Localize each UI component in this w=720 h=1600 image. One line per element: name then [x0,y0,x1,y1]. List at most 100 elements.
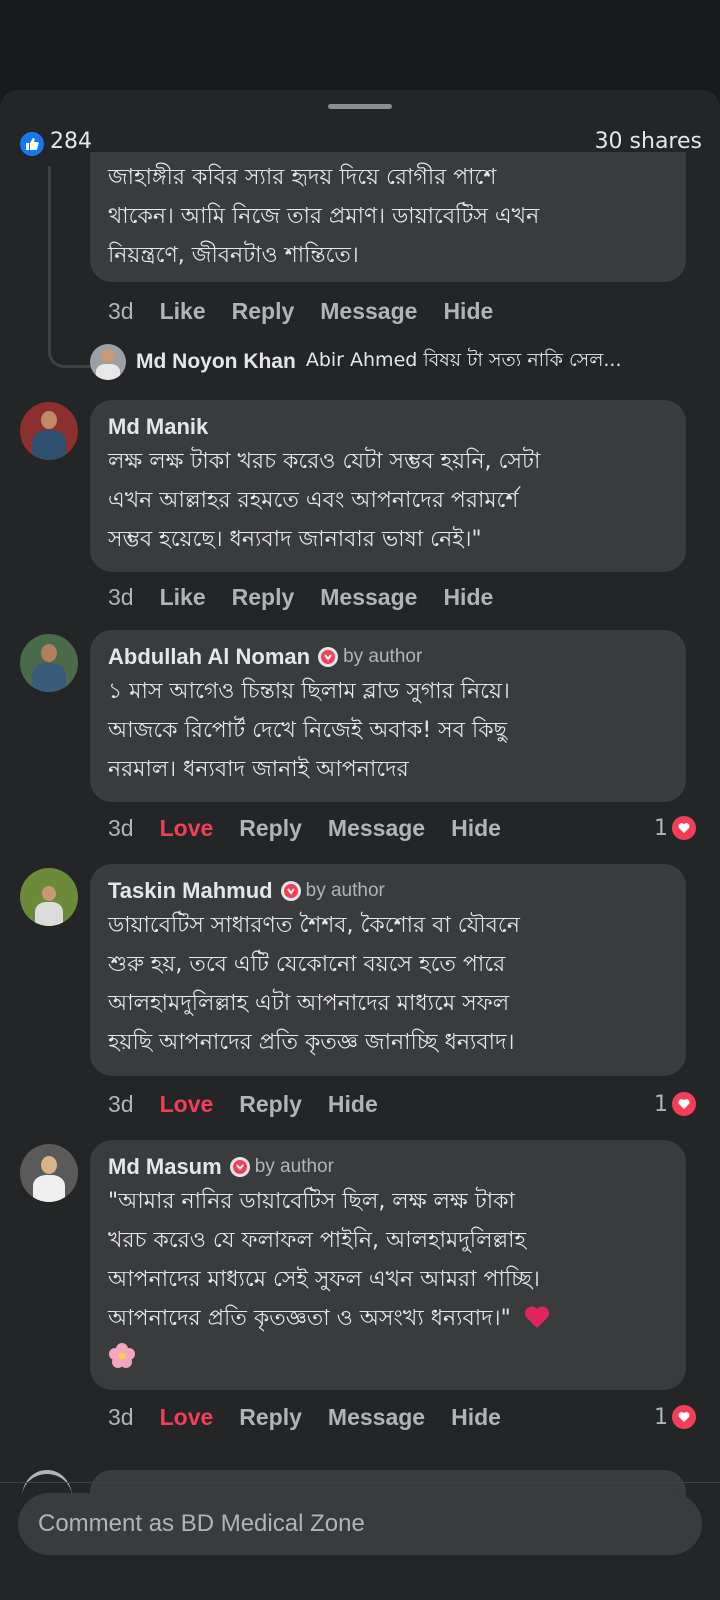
comment-author[interactable]: Md Manik [108,412,668,442]
love-button[interactable]: Love [160,815,214,842]
comment-line: নরমাল। ধন্যবাদ জানাই আপনাদের [108,757,409,782]
avatar[interactable] [20,1144,78,1202]
comment-bubble[interactable]: জাহাঙ্গীর কবির স্যার হৃদয় দিয়ে রোগীর প… [90,152,686,282]
reaction-number: 1 [654,1091,668,1117]
avatar[interactable] [90,344,126,380]
heart-icon [670,814,698,842]
comments-sheet: 284 30 shares জাহাঙ্গীর কবির স্যার হৃদয়… [0,90,720,1600]
reaction-count[interactable]: 1 [654,811,698,845]
comment-line: আপনাদের প্রতি কৃতজ্ঞতা ও অসংখ্য ধন্যবাদ।… [108,1299,668,1338]
like-count[interactable]: 284 [50,129,92,154]
comment-line: জাহাঙ্গীর কবির স্যার হৃদয় দিয়ে রোগীর প… [108,165,497,190]
author-check-icon [318,647,339,667]
reply-snippet: Abir Ahmed বিষয় টা সত্য নাকি সেল... [305,349,622,371]
reaction-number: 1 [654,1404,668,1430]
reaction-count[interactable]: 1 [654,1087,698,1121]
shares-count[interactable]: 30 shares [595,129,702,154]
reply-button[interactable]: Reply [239,815,302,842]
comment-line-text: আপনাদের প্রতি কৃতজ্ঞতা ও অসংখ্য ধন্যবাদ।… [108,1306,511,1331]
reply-button[interactable]: Reply [232,584,295,611]
comment-line: আলহামদুলিল্লাহ এটা আপনাদের মাধ্যমে সফল [108,991,510,1016]
comment-bubble[interactable]: Md Manik লক্ষ লক্ষ টাকা খরচ করেও যেটা সম… [90,400,686,572]
comment-line: লক্ষ লক্ষ টাকা খরচ করেও যেটা সম্ভব হয়নি… [108,449,541,474]
thread-connector [48,340,91,368]
hide-button[interactable]: Hide [451,1404,501,1431]
like-button[interactable]: Like [160,584,206,611]
like-button[interactable]: Like [160,298,206,325]
comment-time: 3d [108,583,134,610]
avatar[interactable] [20,402,78,460]
comment-line: এখন আল্লাহর রহমতে এবং আপনাদের পরামর্শে [108,488,519,513]
heart-icon [670,1403,698,1431]
avatar[interactable] [20,634,78,692]
author-name[interactable]: Taskin Mahmud [108,878,273,904]
drag-handle[interactable] [328,104,392,109]
reply-button[interactable]: Reply [232,298,295,325]
author-badge-label: by author [343,646,423,667]
comment-bubble[interactable]: Abdullah Al Noman by author ১ মাস আগেও চ… [90,630,686,802]
author-badge: by author [280,880,385,902]
hide-button[interactable]: Hide [443,584,493,611]
flower-emoji [109,1343,135,1368]
message-button[interactable]: Message [320,584,417,611]
message-button[interactable]: Message [320,298,417,325]
comment-text: ডায়াবেটিস সাধারণত শৈশব, কৈশোর বা যৌবনে … [108,906,668,1062]
message-button[interactable]: Message [328,815,425,842]
hide-button[interactable]: Hide [451,815,501,842]
comment-actions: 3d Love Reply Message Hide [108,811,501,845]
reply-button[interactable]: Reply [239,1091,302,1118]
comment-bubble[interactable]: Md Masum by author "আমার নানির ডায়াবেটি… [90,1140,686,1390]
comment-actions: 3d Like Reply Message Hide [108,294,493,328]
heart-emoji [524,1306,549,1328]
comment-line: শুরু হয়, তবে এটি যেকোনো বয়সে হতে পারে [108,952,506,977]
comment-input[interactable]: Comment as BD Medical Zone [18,1493,702,1555]
comment-line: সম্ভব হয়েছে। ধন্যবাদ জানাবার ভাষা নেই।" [108,527,482,552]
thread-line [48,166,51,356]
author-check-icon [229,1157,250,1177]
comment-actions: 3d Love Reply Message Hide [108,1400,501,1434]
comment-author[interactable]: Abdullah Al Noman by author [108,642,668,672]
divider [0,1482,720,1483]
reply-button[interactable]: Reply [239,1404,302,1431]
reply-author[interactable]: Md Noyon Khan [136,350,296,374]
love-button[interactable]: Love [160,1091,214,1118]
author-name[interactable]: Abdullah Al Noman [108,644,310,670]
reaction-count[interactable]: 1 [654,1400,698,1434]
comment-input-placeholder: Comment as BD Medical Zone [38,1510,365,1537]
comment-author[interactable]: Md Masum by author [108,1152,668,1182]
author-badge: by author [229,1156,334,1178]
comment-line: আপনাদের মাধ্যমে সেই সুফল এখন আমরা পাচ্ছি… [108,1267,540,1292]
author-badge-label: by author [305,880,385,901]
comment-time: 3d [108,1403,134,1430]
comment-author[interactable]: Taskin Mahmud by author [108,876,668,906]
message-button[interactable]: Message [328,1404,425,1431]
comment-line: ১ মাস আগেও চিন্তায় ছিলাম ব্লাড সুগার নি… [108,679,510,704]
avatar[interactable] [20,868,78,926]
heart-icon [670,1090,698,1118]
comment-text: জাহাঙ্গীর কবির স্যার হৃদয় দিয়ে রোগীর প… [108,158,668,275]
comment-line: নিয়ন্ত্রণে, জীবনটাও শান্তিতে। [108,243,359,268]
comment-line: "আমার নানির ডায়াবেটিস ছিল, লক্ষ লক্ষ টা… [108,1189,515,1214]
comment-time: 3d [108,814,134,841]
comment-actions: 3d Like Reply Message Hide [108,580,493,614]
comment-bubble[interactable]: Taskin Mahmud by author ডায়াবেটিস সাধার… [90,864,686,1076]
comment-actions: 3d Love Reply Hide [108,1087,378,1121]
reaction-number: 1 [654,815,668,841]
reply-preview[interactable]: Md Noyon Khan Abir Ahmed বিষয় টা সত্য ন… [90,342,621,382]
comment-text: লক্ষ লক্ষ টাকা খরচ করেও যেটা সম্ভব হয়নি… [108,442,668,559]
author-name[interactable]: Md Masum [108,1154,222,1180]
love-button[interactable]: Love [160,1404,214,1431]
thumbs-up-icon[interactable] [20,132,44,156]
comment-time: 3d [108,297,134,324]
comment-line: হয়ছি আপনাদের প্রতি কৃতজ্ঞ জানাচ্ছি ধন্য… [108,1030,515,1055]
author-name[interactable]: Md Manik [108,414,208,440]
comment-text: ১ মাস আগেও চিন্তায় ছিলাম ব্লাড সুগার নি… [108,672,668,789]
hide-button[interactable]: Hide [443,298,493,325]
author-check-icon [280,881,301,901]
comment-line: আজকে রিপোর্ট দেখে নিজেই অবাক! সব কিছু [108,718,507,743]
comment-line: খরচ করেও যে ফলাফল পাইনি, আলহামদুলিল্লাহ [108,1228,527,1253]
author-badge-label: by author [254,1156,334,1177]
comment-text: "আমার নানির ডায়াবেটিস ছিল, লক্ষ লক্ষ টা… [108,1182,668,1377]
hide-button[interactable]: Hide [328,1091,378,1118]
author-badge: by author [318,646,422,668]
